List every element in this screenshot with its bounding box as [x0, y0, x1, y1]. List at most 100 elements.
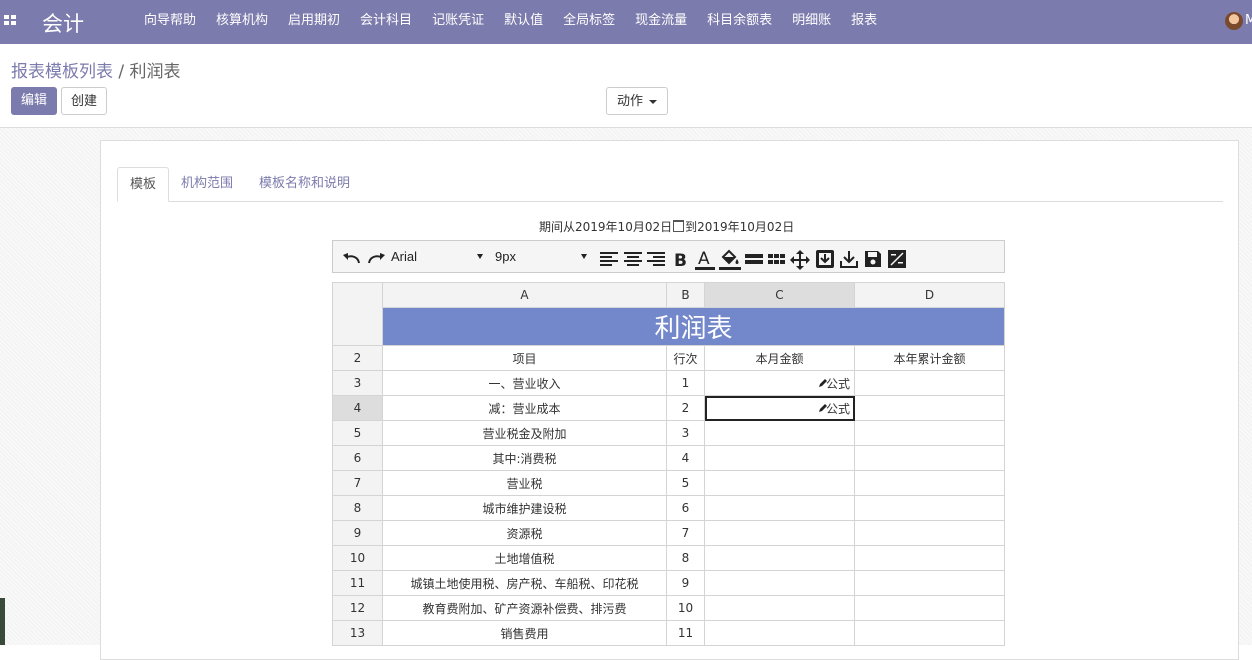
cell-month-amount-selected[interactable]: 公式: [704, 395, 855, 421]
column-header-a[interactable]: A: [382, 282, 667, 308]
tab-template-name-desc[interactable]: 模板名称和说明: [247, 167, 362, 200]
period-from[interactable]: 2019年10月02日: [575, 220, 672, 234]
report-title-cell[interactable]: 利润表: [382, 307, 1005, 346]
save-icon[interactable]: [863, 249, 883, 269]
font-family-select[interactable]: Arial: [391, 249, 483, 264]
column-header-d[interactable]: D: [854, 282, 1005, 308]
breadcrumb-parent-link[interactable]: 报表模板列表: [11, 62, 113, 82]
menu-item-wizard[interactable]: 向导帮助: [134, 0, 206, 44]
cell-line-no[interactable]: 5: [666, 470, 705, 496]
action-dropdown-button[interactable]: 动作: [606, 87, 668, 115]
cell-month-amount[interactable]: [704, 595, 855, 621]
cell-item[interactable]: 营业税金及附加: [382, 420, 667, 446]
cell-ytd-amount[interactable]: [854, 520, 1005, 546]
create-button[interactable]: 创建: [61, 87, 107, 115]
bold-icon[interactable]: B: [672, 249, 688, 269]
cell-item[interactable]: 资源税: [382, 520, 667, 546]
cell-ytd-amount[interactable]: [854, 595, 1005, 621]
header-cell-item[interactable]: 项目: [382, 345, 667, 371]
cell-line-no[interactable]: 6: [666, 495, 705, 521]
cell-item[interactable]: 城市维护建设税: [382, 495, 667, 521]
row-header[interactable]: 11: [332, 570, 383, 596]
cell-item[interactable]: 减：营业成本: [382, 395, 667, 421]
cell-line-no[interactable]: 4: [666, 445, 705, 471]
cell-item[interactable]: 土地增值税: [382, 545, 667, 571]
align-left-icon[interactable]: [599, 249, 619, 269]
download-icon[interactable]: [839, 249, 859, 269]
menu-item-cash-flow[interactable]: 现金流量: [625, 0, 697, 44]
cell-month-amount[interactable]: [704, 620, 855, 646]
cell-item[interactable]: 其中:消费税: [382, 445, 667, 471]
row-header[interactable]: 5: [332, 420, 383, 446]
cell-ytd-amount[interactable]: [854, 420, 1005, 446]
cell-month-amount[interactable]: [704, 445, 855, 471]
user-name[interactable]: M: [1245, 13, 1252, 28]
align-center-icon[interactable]: [623, 249, 643, 269]
cell-ytd-amount[interactable]: [854, 570, 1005, 596]
column-header-b[interactable]: B: [666, 282, 705, 308]
edit-button[interactable]: 编辑: [11, 87, 57, 115]
fill-color-icon[interactable]: [718, 247, 742, 270]
row-header[interactable]: 6: [332, 445, 383, 471]
cell-line-no[interactable]: 9: [666, 570, 705, 596]
import-icon[interactable]: [815, 249, 835, 269]
row-header[interactable]: 9: [332, 520, 383, 546]
header-cell-line-no[interactable]: 行次: [666, 345, 705, 371]
cell-month-amount[interactable]: 公式: [704, 370, 855, 396]
calendar-icon[interactable]: [673, 220, 685, 232]
column-header-c[interactable]: C: [704, 282, 855, 308]
tab-org-scope[interactable]: 机构范围: [169, 167, 245, 200]
menu-item-vouchers[interactable]: 记账凭证: [422, 0, 494, 44]
menu-item-accounting-org[interactable]: 核算机构: [206, 0, 278, 44]
row-header[interactable]: 4: [332, 395, 383, 421]
menu-item-defaults[interactable]: 默认值: [494, 0, 553, 44]
menu-item-account-balance[interactable]: 科目余额表: [697, 0, 782, 44]
row-header[interactable]: 12: [332, 595, 383, 621]
tab-template[interactable]: 模板: [117, 167, 170, 202]
font-size-select[interactable]: 9px: [495, 249, 587, 264]
row-header[interactable]: 7: [332, 470, 383, 496]
menu-item-opening-period[interactable]: 启用期初: [278, 0, 350, 44]
cell-month-amount[interactable]: [704, 570, 855, 596]
cell-item[interactable]: 营业税: [382, 470, 667, 496]
cell-month-amount[interactable]: [704, 420, 855, 446]
border-icon[interactable]: [744, 249, 764, 269]
cell-month-amount[interactable]: [704, 495, 855, 521]
cell-ytd-amount[interactable]: [854, 395, 1005, 421]
cell-line-no[interactable]: 7: [666, 520, 705, 546]
cell-line-no[interactable]: 3: [666, 420, 705, 446]
cell-line-no[interactable]: 2: [666, 395, 705, 421]
cell-item[interactable]: 销售费用: [382, 620, 667, 646]
cell-ytd-amount[interactable]: [854, 445, 1005, 471]
cell-item[interactable]: 城镇土地使用税、房产税、车船税、印花税: [382, 570, 667, 596]
row-header[interactable]: 2: [332, 345, 383, 371]
menu-item-ledger-detail[interactable]: 明细账: [782, 0, 841, 44]
redo-icon[interactable]: [366, 251, 386, 271]
cell-ytd-amount[interactable]: [854, 370, 1005, 396]
row-header[interactable]: 13: [332, 620, 383, 646]
cell-line-no[interactable]: 11: [666, 620, 705, 646]
formula-icon[interactable]: [887, 249, 907, 269]
menu-item-reports[interactable]: 报表: [841, 0, 887, 44]
grid-corner[interactable]: [332, 282, 383, 346]
move-icon[interactable]: [789, 249, 811, 270]
header-cell-ytd-amount[interactable]: 本年累计金额: [854, 345, 1005, 371]
cell-line-no[interactable]: 10: [666, 595, 705, 621]
period-to[interactable]: 2019年10月02日: [697, 220, 794, 234]
cell-ytd-amount[interactable]: [854, 620, 1005, 646]
cell-ytd-amount[interactable]: [854, 545, 1005, 571]
apps-menu-icon[interactable]: [4, 15, 18, 27]
cell-month-amount[interactable]: [704, 545, 855, 571]
cell-month-amount[interactable]: [704, 520, 855, 546]
row-header[interactable]: 10: [332, 545, 383, 571]
align-right-icon[interactable]: [646, 249, 666, 269]
menu-item-accounts[interactable]: 会计科目: [350, 0, 422, 44]
cell-item[interactable]: 一、营业收入: [382, 370, 667, 396]
side-handle[interactable]: [0, 598, 5, 645]
cell-ytd-amount[interactable]: [854, 470, 1005, 496]
row-header[interactable]: 8: [332, 495, 383, 521]
undo-icon[interactable]: [342, 251, 362, 271]
cell-item[interactable]: 教育费附加、矿产资源补偿费、排污费: [382, 595, 667, 621]
header-cell-month-amount[interactable]: 本月金额: [704, 345, 855, 371]
cell-month-amount[interactable]: [704, 470, 855, 496]
